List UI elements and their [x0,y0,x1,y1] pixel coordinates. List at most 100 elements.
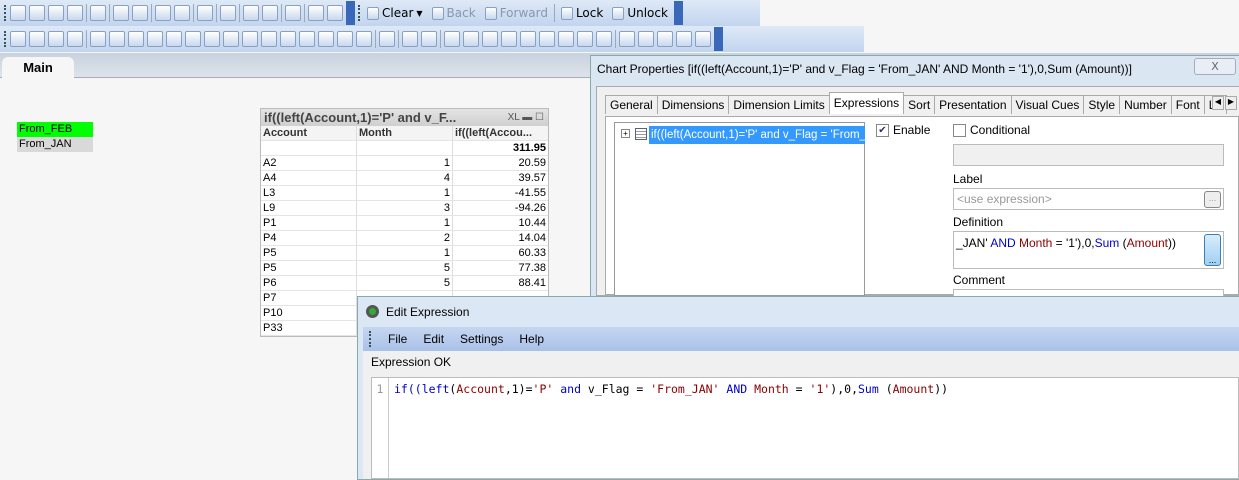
new-document-icon[interactable] [10,5,26,21]
align-icon[interactable] [421,31,437,47]
space-vertical-icon[interactable] [539,31,555,47]
table-row[interactable]: P5 1 60.33 [261,246,548,261]
table-row[interactable]: P5 5 77.38 [261,261,548,276]
table-row[interactable]: L3 1 -41.55 [261,186,548,201]
align-bottom-icon[interactable] [501,31,517,47]
search-icon[interactable] [197,5,213,21]
tab-style[interactable]: Style [1083,95,1121,114]
tab-scroll-right-icon[interactable]: ▶ [1225,96,1237,110]
listbox-item-from-jan[interactable]: From_JAN [17,137,93,152]
distribute-icon[interactable] [596,31,612,47]
save-icon[interactable] [67,5,83,21]
search-object-icon[interactable] [318,31,334,47]
adjust-left-icon[interactable] [577,31,593,47]
selections-icon[interactable] [220,5,236,21]
sheet-properties-icon[interactable] [67,31,83,47]
new-sheet-icon[interactable] [10,31,26,47]
table-row[interactable]: P6 5 88.41 [261,276,548,291]
label-ellipsis-button[interactable]: ... [1204,191,1221,208]
chart-wizard-icon[interactable] [379,31,395,47]
header-month[interactable]: Month [357,126,453,140]
close-button[interactable]: X [1194,58,1236,75]
tab-sort[interactable]: Sort [903,95,936,114]
tab-main[interactable]: Main [2,57,74,79]
tab-dimensions[interactable]: Dimensions [656,95,730,114]
edit-icon[interactable] [285,5,301,21]
conditional-checkbox[interactable]: Conditional [953,123,1030,138]
toolbar-options-icon[interactable] [673,1,683,25]
tab-expressions[interactable]: Expressions [828,92,905,114]
expression-editor[interactable]: 1 if((left (Account,1)='P' and v_Flag = '… [371,377,1239,479]
tab-scroll-left-icon[interactable]: ◀ [1212,96,1224,110]
paste-format-icon[interactable] [695,31,711,47]
line-arrow-icon[interactable] [261,31,277,47]
adjust-top-icon[interactable] [558,31,574,47]
align-center-icon[interactable] [463,31,479,47]
design-grid-icon[interactable] [676,31,692,47]
format-painter-icon[interactable] [402,31,418,47]
space-horizontal-icon[interactable] [520,31,536,47]
tab-font[interactable]: Font [1170,95,1205,114]
unlock-button[interactable]: Unlock [609,6,671,20]
input-box-icon[interactable] [185,31,201,47]
table-row[interactable]: L9 3 -94.26 [261,201,548,216]
tab-number[interactable]: Number [1119,95,1172,114]
tab-visual-cues[interactable]: Visual Cues [1010,95,1085,114]
custom-object-icon[interactable] [356,31,372,47]
label-field[interactable]: <use expression>... [953,188,1224,210]
forward-button[interactable]: Forward [482,6,551,20]
show-fields-icon[interactable] [638,31,654,47]
bookmark-object-icon[interactable] [299,31,315,47]
table-row[interactable]: A2 1 20.59 [261,156,548,171]
expression-item[interactable]: if((left(Account,1)='P' and v_Flag = 'Fr… [649,126,865,144]
statistics-box-icon[interactable] [109,31,125,47]
multibox-icon[interactable] [147,31,163,47]
toolbar-options-icon[interactable] [346,1,355,25]
open-folder-icon[interactable] [29,5,45,21]
slider-icon[interactable] [280,31,296,47]
move-right-icon[interactable] [48,31,64,47]
back-button[interactable]: Back [429,6,479,20]
menu-help[interactable]: Help [519,332,544,346]
print-icon[interactable] [90,5,106,21]
tab-presentation[interactable]: Presentation [934,95,1012,114]
reload-data-icon[interactable] [132,5,148,21]
excel-export-icon[interactable]: XL [508,112,520,123]
bookmark-icon[interactable] [262,5,278,21]
tab-general[interactable]: General [605,95,658,114]
align-right-icon[interactable] [482,31,498,47]
tab-dimension-limits[interactable]: Dimension Limits [728,95,830,114]
definition-ellipsis-button[interactable]: ... [1204,234,1221,266]
menu-file[interactable]: File [388,332,407,346]
menu-settings[interactable]: Settings [460,332,503,346]
expand-icon[interactable]: + [621,129,630,138]
table-box-icon[interactable] [128,31,144,47]
clear-button[interactable]: Clear ▼ [364,6,426,20]
enable-checkbox[interactable]: ✔ Enable [876,123,930,138]
maximize-icon[interactable]: ☐ [535,112,544,123]
table-row[interactable]: P1 1 10.44 [261,216,548,231]
user-admin-icon[interactable] [619,31,635,47]
chart-icon[interactable] [166,31,182,47]
redo-icon[interactable] [174,5,190,21]
chart-wizard-icon[interactable] [243,5,259,21]
table-row[interactable]: A4 4 39.57 [261,171,548,186]
header-expression[interactable]: if((left(Accou... [453,126,548,140]
text-object-icon[interactable] [242,31,258,47]
container-icon[interactable] [337,31,353,47]
lock-button[interactable]: Lock [558,6,606,20]
table-row[interactable]: P4 2 14.04 [261,231,548,246]
toolbar-options-icon[interactable] [714,27,723,51]
current-selections-icon[interactable] [204,31,220,47]
reload-icon[interactable] [48,5,64,21]
help-icon[interactable] [308,5,324,21]
listbox-item-from-feb[interactable]: From_FEB [17,122,93,137]
edit-script-icon[interactable] [113,5,129,21]
edit-module-icon[interactable] [657,31,673,47]
listbox-icon[interactable] [90,31,106,47]
align-left-icon[interactable] [444,31,460,47]
button-icon[interactable] [223,31,239,47]
minimize-icon[interactable]: ▬ [522,112,532,123]
menu-edit[interactable]: Edit [423,332,444,346]
header-account[interactable]: Account [261,126,357,140]
